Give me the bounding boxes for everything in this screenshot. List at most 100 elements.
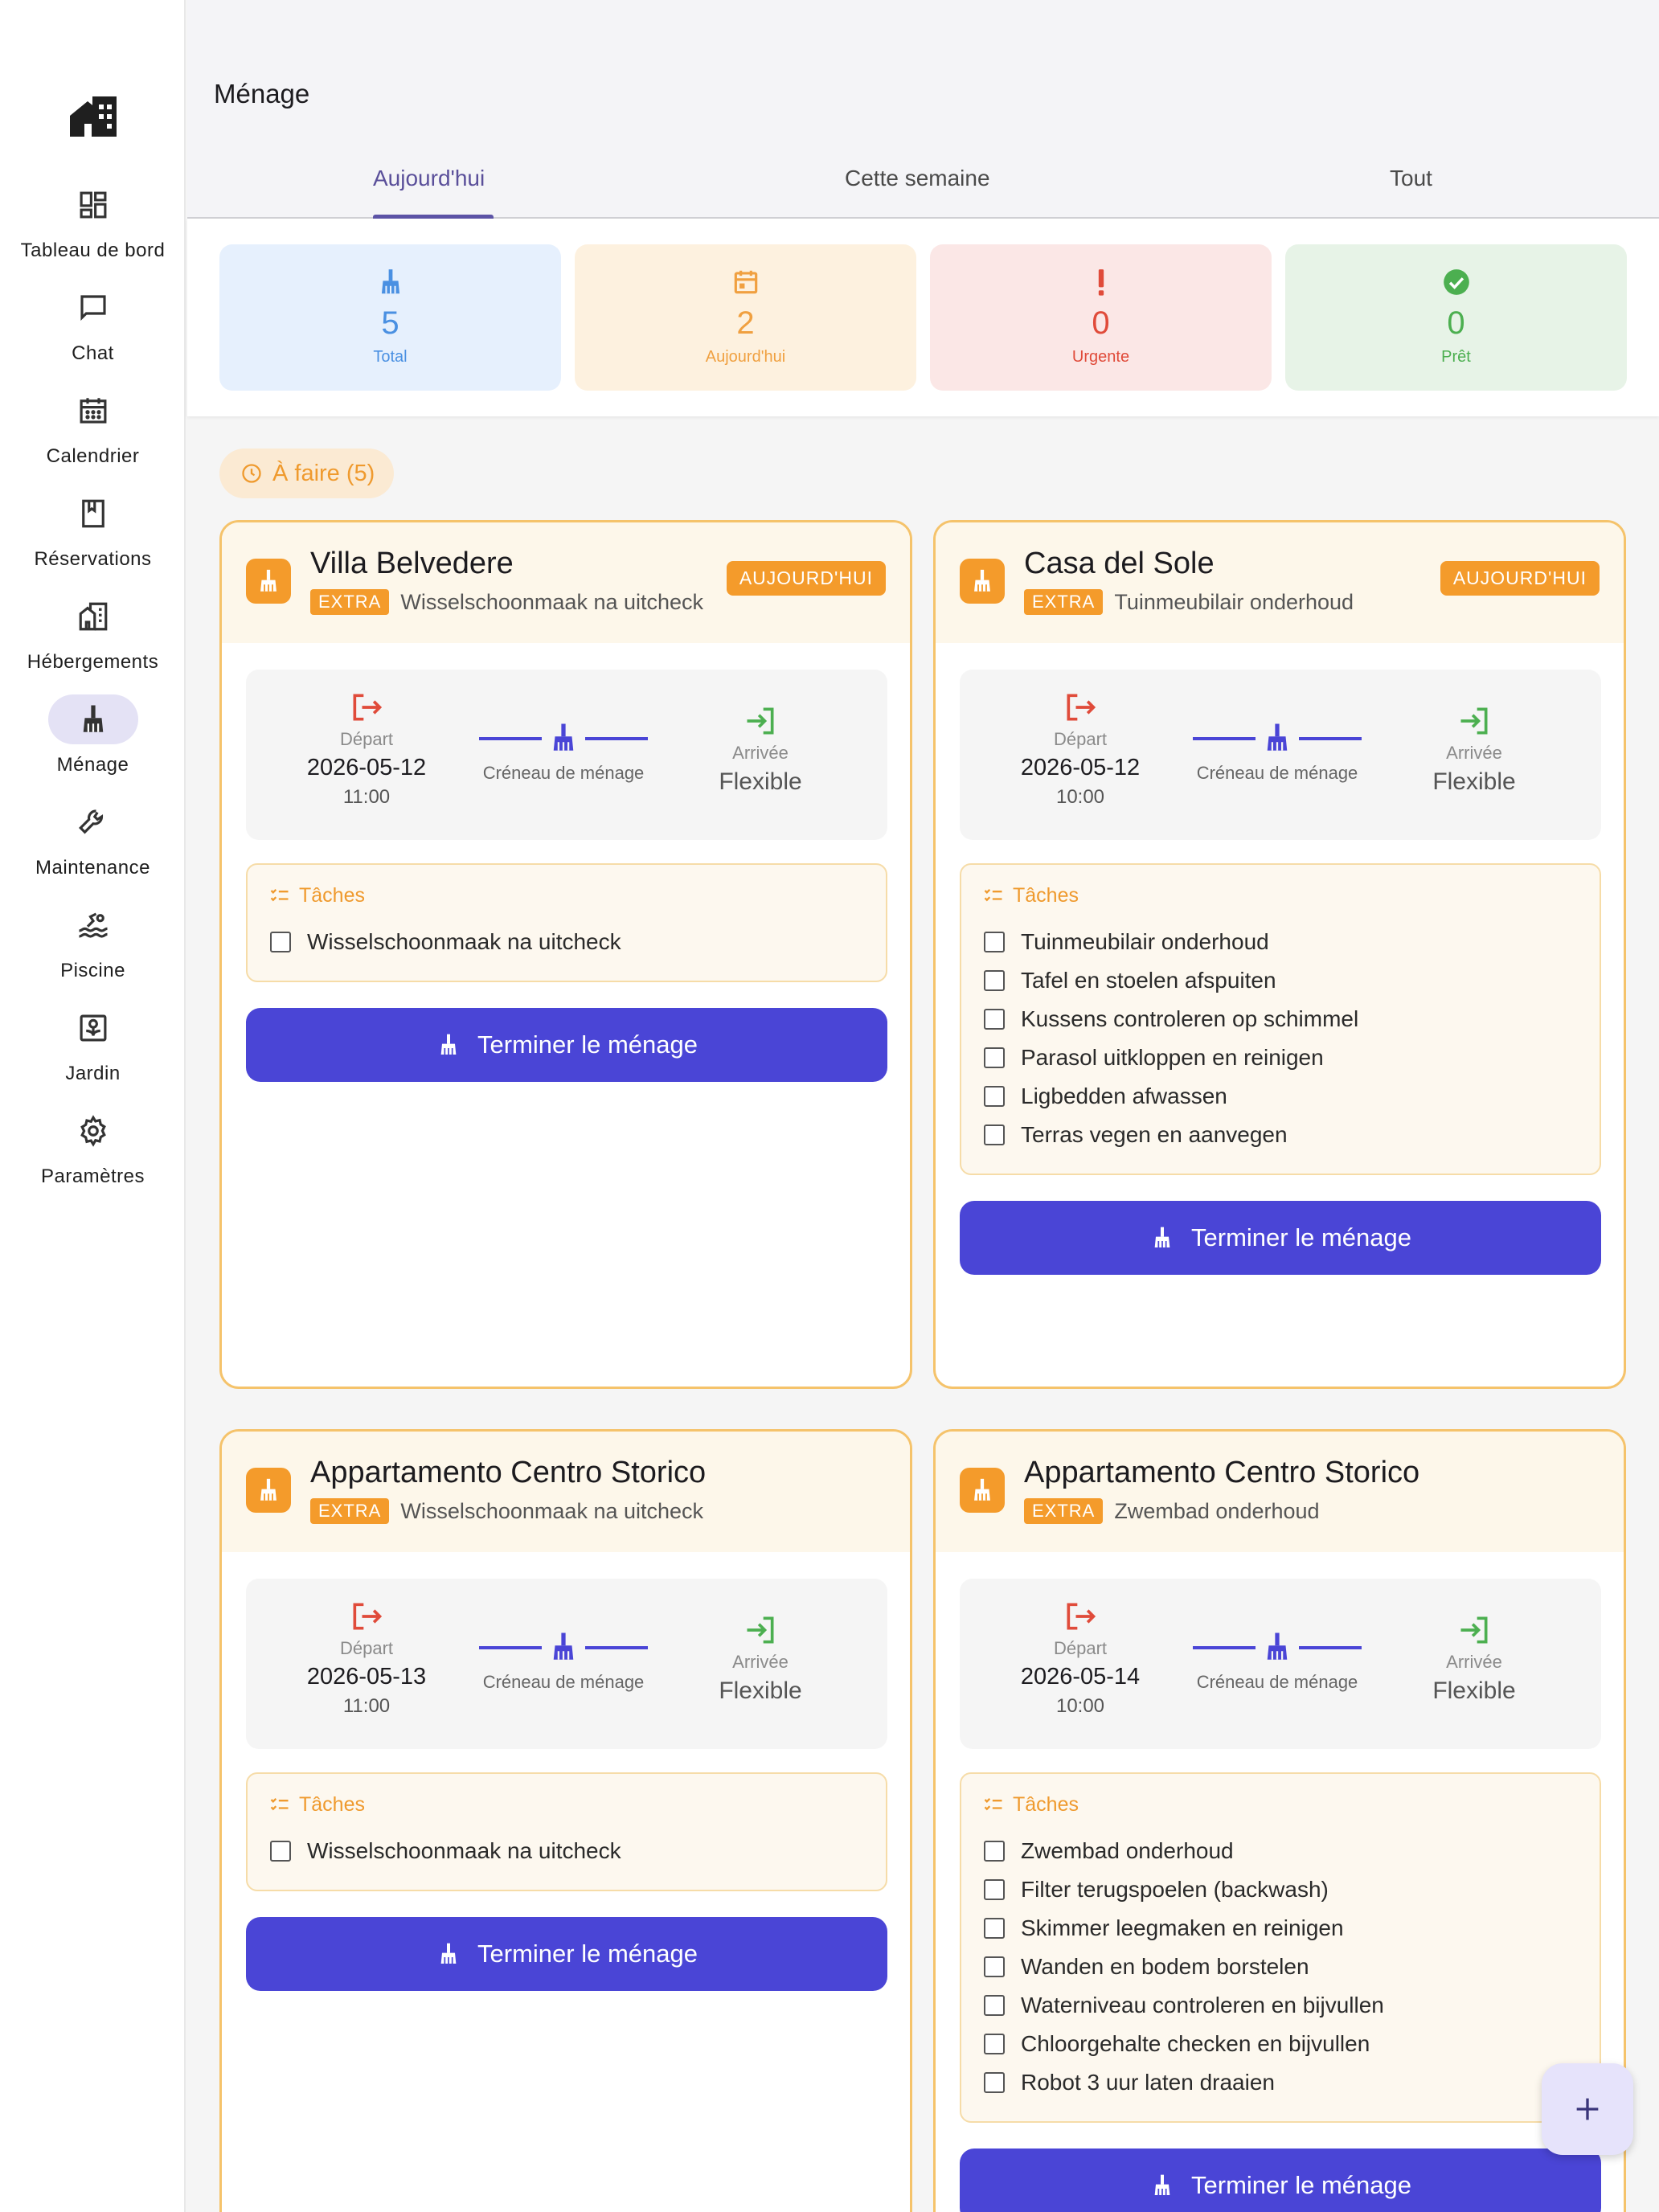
stat-label: Total [373, 348, 408, 366]
task-item[interactable]: Wisselschoonmaak na uitcheck [270, 929, 621, 955]
finish-cleaning-button[interactable]: Terminer le ménage [246, 1917, 887, 1991]
nav-item-reservations[interactable]: Réservations [0, 489, 186, 592]
nav-label: Réservations [34, 548, 152, 570]
nav-item-garden[interactable]: Jardin [0, 1003, 186, 1106]
enter-icon [747, 707, 774, 735]
tab-this-week[interactable]: Cette semaine [845, 166, 990, 191]
tasks-header: Tâches [982, 884, 1079, 907]
stat-label: Aujourd'hui [705, 348, 786, 366]
task-checkbox[interactable] [984, 1086, 1005, 1107]
stat-label: Prêt [1441, 348, 1471, 366]
task-item[interactable]: Chloorgehalte checken en bijvullen [984, 2031, 1370, 2057]
plus-icon [1576, 2098, 1599, 2120]
stat-value: 0 [1092, 305, 1110, 341]
task-checkbox[interactable] [984, 932, 1005, 952]
task-item[interactable]: Zwembad onderhoud [984, 1838, 1234, 1864]
nav-item-cleaning[interactable]: Ménage [0, 694, 186, 797]
stat-ready[interactable]: 0 Prêt [1285, 244, 1627, 391]
stat-total[interactable]: 5 Total [219, 244, 561, 391]
section-chip-todo: À faire (5) [219, 449, 395, 498]
cleaning-card: Villa Belvedere EXTRA Wisselschoonmaak na… [219, 520, 912, 1389]
finish-cleaning-button[interactable]: Terminer le ménage [960, 1201, 1601, 1275]
departure-label: Départ [1053, 729, 1108, 749]
task-item[interactable]: Robot 3 uur laten draaien [984, 2070, 1275, 2095]
finish-cleaning-button[interactable]: Terminer le ménage [960, 2149, 1601, 2212]
task-checkbox[interactable] [984, 1879, 1005, 1900]
task-item[interactable]: Terras vegen en aanvegen [984, 1122, 1288, 1148]
cleaning-card: Appartamento Centro Storico EXTRA Zwembad… [933, 1429, 1626, 2212]
task-label: Kussens controleren op schimmel [1021, 1006, 1359, 1031]
nav-item-settings[interactable]: Paramètres [0, 1106, 186, 1209]
task-checkbox[interactable] [984, 1956, 1005, 1977]
departure-label: Départ [1053, 1638, 1108, 1658]
slot-label: Créneau de ménage [482, 1672, 645, 1692]
task-list: Tâches Tuinmeubilair onderhoud Tafel en … [960, 863, 1601, 1175]
card-broom-icon [246, 559, 291, 604]
checklist-icon [270, 1797, 289, 1810]
broom-icon [1154, 1227, 1170, 1247]
arrival-block: Arrivée Flexible [680, 1579, 841, 1705]
task-checkbox[interactable] [984, 2072, 1005, 2093]
card-header: Appartamento Centro Storico EXTRA Zwembad… [936, 1432, 1624, 1552]
task-item[interactable]: Tafel en stoelen afspuiten [984, 968, 1276, 993]
task-item[interactable]: Kussens controleren op schimmel [984, 1006, 1358, 1032]
stat-today[interactable]: 2 Aujourd'hui [575, 244, 916, 391]
task-item[interactable]: Filter terugspoelen (backwash) [984, 1877, 1329, 1903]
gear-icon [80, 1115, 106, 1147]
arrival-block: Arrivée Flexible [1394, 1579, 1555, 1705]
task-item[interactable]: Wisselschoonmaak na uitcheck [270, 1838, 621, 1864]
nav-item-maintenance[interactable]: Maintenance [0, 797, 186, 900]
task-checkbox[interactable] [984, 1918, 1005, 1939]
task-checkbox[interactable] [984, 2034, 1005, 2054]
task-checkbox[interactable] [984, 1995, 1005, 2016]
task-item[interactable]: Skimmer leegmaken en reinigen [984, 1915, 1344, 1941]
cleaning-card: Appartamento Centro Storico EXTRA Wissels… [219, 1429, 912, 2212]
task-checkbox[interactable] [270, 932, 291, 952]
pool-icon [78, 912, 108, 938]
task-checkbox[interactable] [270, 1841, 291, 1862]
tab-today[interactable]: Aujourd'hui [373, 166, 485, 191]
task-checkbox[interactable] [984, 1124, 1005, 1145]
exit-icon [353, 694, 383, 721]
task-checkbox[interactable] [984, 1047, 1005, 1068]
nav-item-chat[interactable]: Chat [0, 283, 186, 386]
task-item[interactable]: Parasol uitkloppen en reinigen [984, 1045, 1324, 1071]
task-item[interactable]: Ligbedden afwassen [984, 1083, 1227, 1109]
extra-badge: EXTRA [1024, 589, 1104, 615]
task-item[interactable]: Wanden en bodem borstelen [984, 1954, 1309, 1980]
task-label: Wisselschoonmaak na uitcheck [307, 929, 621, 954]
task-item[interactable]: Waterniveau controleren en bijvullen [984, 1993, 1384, 2018]
finish-cleaning-button[interactable]: Terminer le ménage [246, 1008, 887, 1082]
task-item[interactable]: Tuinmeubilair onderhoud [984, 929, 1269, 955]
stat-urgent[interactable]: 0 Urgente [930, 244, 1272, 391]
book-icon [81, 499, 104, 528]
tasks-header: Tâches [982, 1793, 1079, 1817]
task-label: Zwembad onderhoud [1021, 1838, 1234, 1863]
add-button[interactable] [1542, 2063, 1633, 2155]
timeline: Départ 2026-05-13 11:00 Créneau de ménag… [246, 1579, 887, 1749]
task-checkbox[interactable] [984, 970, 1005, 991]
arrival-label: Arrivée [732, 1652, 789, 1672]
departure-time: 11:00 [342, 786, 391, 808]
task-checkbox[interactable] [984, 1009, 1005, 1030]
nav-item-dashboard[interactable]: Tableau de bord [0, 180, 186, 283]
exit-icon [1067, 1603, 1096, 1630]
nav-item-accommodations[interactable]: Hébergements [0, 592, 186, 694]
task-label: Wanden en bodem borstelen [1021, 1954, 1309, 1979]
slot-label: Créneau de ménage [1196, 1672, 1358, 1692]
card-subtitle: Wisselschoonmaak na uitcheck [400, 1498, 704, 1523]
tab-all[interactable]: Tout [1390, 166, 1432, 191]
card-subtitle: Wisselschoonmaak na uitcheck [400, 589, 704, 614]
task-label: Waterniveau controleren en bijvullen [1021, 1993, 1384, 2017]
extra-badge: EXTRA [310, 1498, 390, 1524]
departure-label: Départ [339, 729, 394, 749]
garden-icon [80, 1014, 106, 1042]
cleaning-slot: Créneau de ménage [1193, 1627, 1362, 1693]
task-checkbox[interactable] [984, 1841, 1005, 1862]
arrival-block: Arrivée Flexible [680, 670, 841, 796]
nav-item-pool[interactable]: Piscine [0, 900, 186, 1003]
broom-icon [1267, 723, 1288, 751]
exit-icon [1067, 694, 1096, 721]
nav-item-calendar[interactable]: Calendrier [0, 386, 186, 489]
arrival-value: Flexible [1432, 1677, 1516, 1704]
